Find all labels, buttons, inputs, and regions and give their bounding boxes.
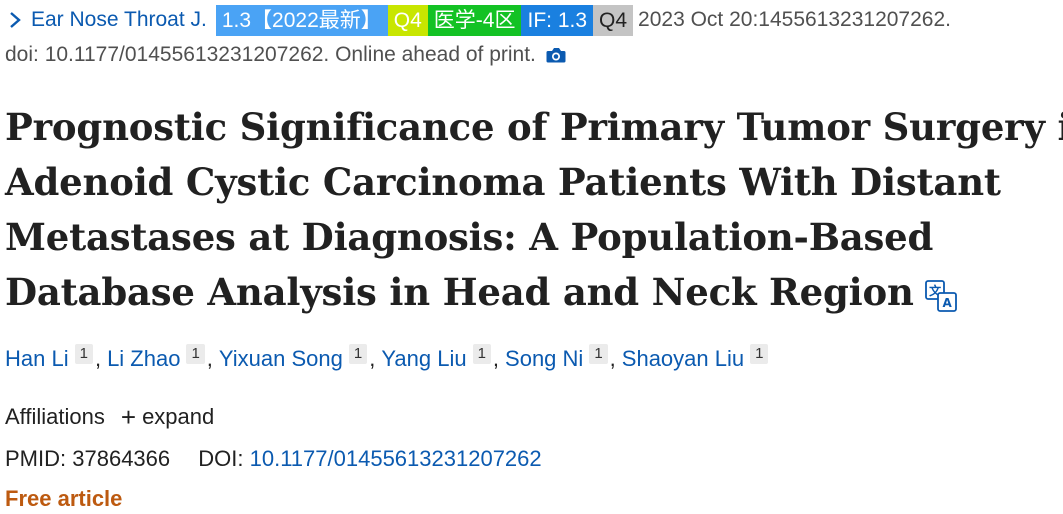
plus-icon[interactable]: + [121, 404, 136, 430]
title-line: Metastases at Diagnosis: A Population-Ba… [5, 215, 934, 259]
quartile-badge: Q4 [387, 4, 428, 36]
author-item: Yang Liu 1, [381, 344, 505, 372]
author-link[interactable]: Yang Liu [381, 346, 466, 371]
author-affiliation-marker[interactable]: 1 [348, 344, 368, 364]
chevron-right-icon[interactable] [5, 10, 25, 30]
quartile-gray-badge: Q4 [593, 4, 634, 36]
author-affiliation-marker[interactable]: 1 [186, 344, 205, 364]
author-list: Han Li 1, Li Zhao 1, Yixuan Song 1, Yang Li… [5, 344, 771, 372]
category-badge: 医学-4区 [427, 4, 522, 36]
doi-label: DOI: [198, 446, 244, 471]
author-link[interactable]: Yixuan Song [219, 346, 343, 371]
author-link[interactable]: Shaoyan Liu [622, 346, 744, 371]
citation-date: 2023 Oct 20:1455613231207262. [638, 8, 951, 31]
citation-row: Ear Nose Throat J. 1.3【2022最新】 Q4 医学-4区 … [5, 4, 951, 36]
author-separator: , [94, 346, 102, 371]
title-line: Adenoid Cystic Carcinoma Patients With D… [5, 160, 1001, 204]
pmid-value: 37864366 [72, 446, 171, 471]
author-separator: , [369, 346, 376, 371]
expand-button[interactable]: expand [142, 404, 214, 430]
author-affiliation-marker[interactable]: 1 [74, 344, 93, 364]
camera-icon[interactable] [545, 45, 567, 65]
author-separator: , [206, 346, 213, 371]
identifiers-row: PMID: 37864366 DOI: 10.1177/014556132312… [5, 446, 542, 472]
doi-line: doi: 10.1177/01455613231207262. Online a… [5, 43, 536, 66]
free-article-label: Free article [5, 486, 123, 511]
impact-factor-badge: 1.3【2022最新】 [215, 4, 388, 36]
author-affiliation-marker[interactable]: 1 [472, 344, 491, 364]
author-item: Shaoyan Liu 1 [622, 344, 771, 372]
if-badge: IF: 1.3 [521, 4, 594, 36]
translate-icon[interactable]: 文 A [924, 279, 958, 313]
doi-line-row: doi: 10.1177/01455613231207262. Online a… [5, 40, 567, 70]
journal-link[interactable]: Ear Nose Throat J. [31, 8, 207, 32]
title-line-text: Database Analysis in Head and Neck Regio… [5, 270, 914, 314]
author-affiliation-marker[interactable]: 1 [750, 344, 769, 364]
author-item: Song Ni 1, [505, 344, 622, 372]
author-separator: , [609, 346, 616, 371]
doi-link[interactable]: 10.1177/01455613231207262 [250, 446, 542, 471]
author-link[interactable]: Han Li [5, 346, 69, 371]
svg-text:A: A [942, 296, 952, 310]
pmid-label: PMID: [5, 446, 67, 471]
author-item: Li Zhao 1, [107, 344, 219, 372]
affiliations-label: Affiliations [5, 404, 105, 429]
article-title: Prognostic Significance of Primary Tumor… [5, 100, 1063, 320]
title-line-last: Database Analysis in Head and Neck Regio… [5, 265, 1063, 320]
author-item: Han Li 1, [5, 344, 107, 372]
author-item: Yixuan Song 1, [219, 344, 381, 372]
author-link[interactable]: Song Ni [505, 346, 583, 371]
author-separator: , [492, 346, 500, 371]
title-line: Prognostic Significance of Primary Tumor… [5, 105, 1063, 149]
author-link[interactable]: Li Zhao [107, 346, 180, 371]
author-affiliation-marker[interactable]: 1 [589, 344, 608, 364]
affiliations-row: Affiliations + expand [5, 404, 214, 430]
